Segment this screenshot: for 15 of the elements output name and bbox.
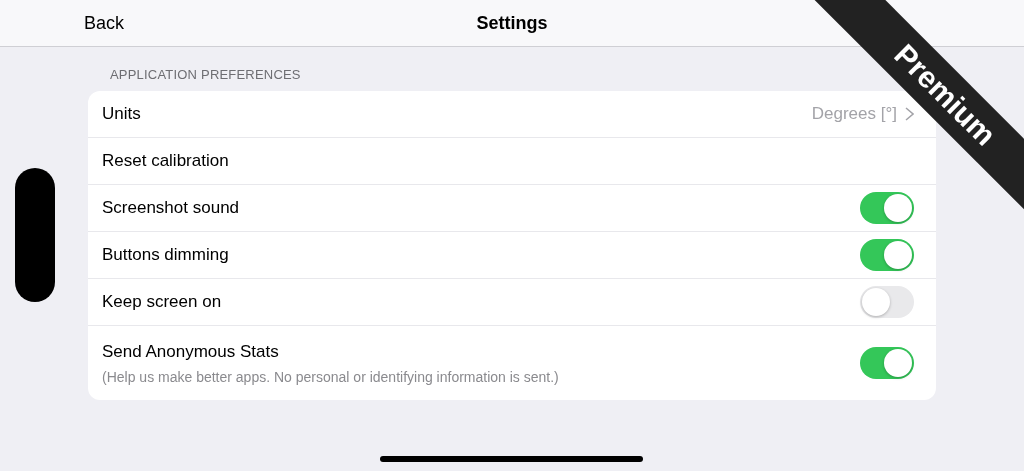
setting-label: Send Anonymous Stats: [102, 341, 280, 362]
toggle-switch[interactable]: [860, 347, 914, 379]
screen-title: Settings: [476, 12, 548, 34]
toggle-switch[interactable]: [860, 192, 914, 224]
back-button[interactable]: Back: [84, 12, 125, 34]
setting-note: (Help us make better apps. No personal or identifying information is sent.): [102, 368, 560, 385]
setting-label: Buttons dimming: [102, 245, 230, 265]
setting-label: Screenshot sound: [102, 198, 241, 218]
toggle-switch[interactable]: [860, 239, 914, 271]
setting-label: Keep screen on: [102, 292, 223, 312]
chevron-icon: [905, 107, 914, 121]
setting-label[interactable]: Reset calibration: [102, 151, 914, 171]
units-value: Degrees [°]: [811, 104, 897, 123]
setting-label: Units: [102, 104, 142, 124]
toggle-switch[interactable]: [860, 286, 914, 318]
